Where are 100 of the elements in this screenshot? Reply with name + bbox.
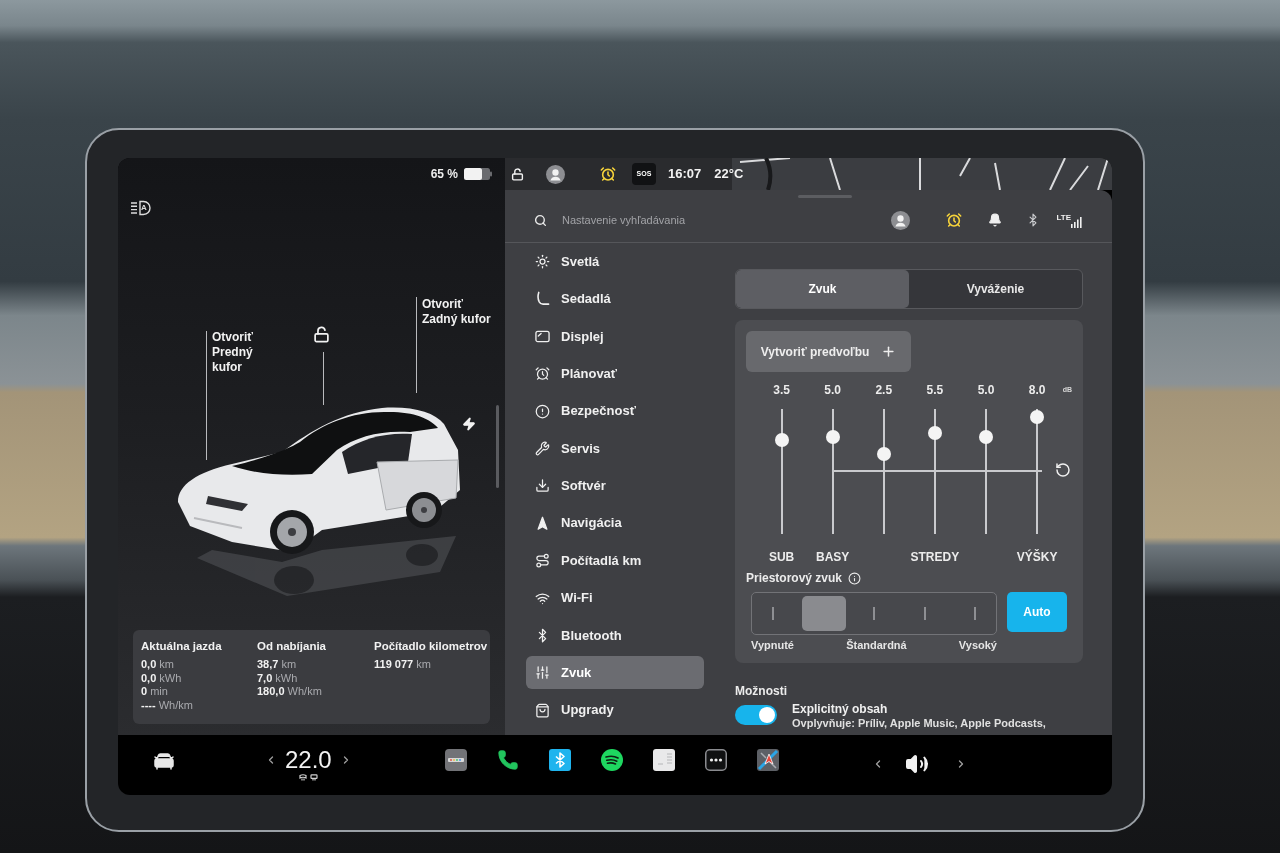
defrost-icon[interactable]	[309, 774, 318, 781]
slider-tick-mark	[772, 607, 774, 620]
clock-time: 16:07	[668, 165, 702, 184]
slider-mark-label: Vypnuté	[751, 639, 794, 652]
route-icon	[535, 553, 550, 569]
toggle-switch[interactable]	[735, 705, 777, 725]
navigation-arrow-icon	[535, 515, 550, 531]
sun-icon	[535, 254, 550, 269]
wifi-icon	[535, 590, 550, 606]
slider-tick-mark	[873, 607, 875, 620]
unlocked-padlock-icon[interactable]	[511, 167, 524, 181]
create-preset-button[interactable]: Vytvoriť predvoľbu	[746, 331, 911, 372]
map-tile-icon[interactable]	[756, 749, 779, 771]
band-group-label: STREDY	[910, 550, 960, 564]
lightning-icon[interactable]	[462, 417, 476, 431]
rear-trunk-link[interactable]: Otvoriť Zadný kufor	[422, 297, 491, 327]
speaker-icon[interactable]	[904, 752, 929, 776]
band-value: 5.0	[977, 382, 995, 398]
settings-menu-item[interactable]: Softvér	[526, 469, 704, 503]
surround-slider[interactable]	[751, 592, 997, 635]
trip-stat-value: 7,0 kWh	[257, 671, 299, 685]
info-icon[interactable]	[848, 571, 862, 585]
bag-icon	[535, 702, 550, 718]
sliders-icon	[535, 665, 550, 681]
slider-tick-mark	[923, 607, 926, 620]
eq-slider-thumb[interactable]	[825, 429, 840, 444]
settings-menu-item[interactable]: Bluetooth	[526, 618, 704, 652]
eq-slider-track[interactable]	[774, 409, 789, 534]
eq-slider-track[interactable]	[825, 409, 840, 534]
tab[interactable]: Vyváženie	[909, 270, 1082, 308]
settings-menu-item[interactable]: Servis	[526, 431, 704, 465]
trip-stats-title: Od nabíjania	[257, 639, 327, 653]
trip-stat-value: 0 min	[141, 685, 169, 699]
eq-slider-track[interactable]	[979, 409, 993, 534]
eq-slider-thumb[interactable]	[876, 447, 891, 461]
dotted-tile-icon[interactable]	[444, 749, 467, 771]
band-value: 5.0	[824, 382, 841, 398]
battery-percent: 65 %	[430, 166, 458, 183]
options-heading: Možnosti	[735, 684, 787, 698]
battery-icon	[464, 168, 492, 180]
settings-menu-item[interactable]: Navigácia	[526, 506, 704, 540]
front-trunk-link[interactable]: Otvoriť Predný kufor	[212, 330, 254, 375]
settings-menu-item[interactable]: Počítadlá km	[526, 544, 704, 578]
surround-sound-label: Priestorový zvuk	[746, 571, 843, 585]
leader-line	[323, 352, 324, 405]
plus-icon	[881, 344, 897, 359]
band-value: 5.5	[926, 382, 944, 398]
more-icon[interactable]	[704, 749, 727, 771]
download-icon	[535, 478, 550, 494]
band-group-label: SUB	[768, 550, 795, 564]
settings-menu-item[interactable]: Sedadlá	[526, 282, 704, 316]
trip-stat-value: ---- Wh/km	[141, 698, 194, 712]
settings-menu-item[interactable]: Wi-Fi	[526, 581, 704, 615]
settings-menu-item[interactable]: Displej	[526, 319, 704, 353]
eq-slider-track[interactable]	[1030, 409, 1045, 534]
option-description: Ovplyvňuje: Príliv, Apple Music, Apple Podcasts,	[792, 716, 1046, 730]
signal-bars-icon	[1071, 216, 1082, 228]
option-title: Explicitný obsah	[792, 702, 888, 716]
tab[interactable]: Zvuk	[736, 270, 909, 308]
trip-stats-title: Aktuálna jazda	[141, 639, 223, 653]
trip-stat-value: 38,7 km	[257, 658, 298, 672]
settings-menu-item[interactable]: Svetlá	[526, 245, 704, 278]
bluetooth-tile-icon[interactable]	[548, 749, 571, 771]
reset-icon[interactable]	[1055, 462, 1071, 478]
search-icon[interactable]	[534, 213, 547, 227]
alarm-clock-icon[interactable]	[600, 166, 616, 182]
eq-slider-thumb[interactable]	[1030, 409, 1045, 424]
settings-menu-item[interactable]: Zvuk	[526, 656, 704, 690]
band-value: 8.0	[1028, 382, 1046, 398]
trip-stat-value: 0,0 km	[141, 658, 176, 672]
alert-icon	[535, 403, 550, 419]
settings-menu-item[interactable]: Plánovať	[526, 357, 704, 391]
eq-slider-thumb[interactable]	[927, 425, 942, 440]
slider-thumb[interactable]	[801, 596, 846, 631]
phone-icon[interactable]	[496, 749, 519, 771]
unlocked-padlock-icon[interactable]	[313, 326, 330, 343]
sound-waves-circle-icon[interactable]	[600, 749, 623, 771]
eq-slider-thumb[interactable]	[774, 433, 789, 448]
settings-menu-item[interactable]: Upgrady	[526, 693, 704, 727]
scrollbar[interactable]	[496, 405, 499, 488]
wrench-icon	[535, 440, 550, 456]
eq-slider-track[interactable]	[876, 409, 891, 534]
avatar-icon[interactable]	[546, 164, 565, 184]
slider-tick-mark	[974, 607, 976, 620]
avatar-icon[interactable]	[891, 210, 911, 230]
settings-menu-item[interactable]: Bezpečnosť	[526, 394, 704, 428]
band-group-label: BASY	[816, 550, 850, 564]
eq-slider-track[interactable]	[927, 409, 942, 534]
bell-icon[interactable]	[988, 213, 1003, 227]
slider-mark-label: Štandardná	[846, 639, 907, 652]
eq-slider-thumb[interactable]	[979, 429, 993, 444]
trip-stat-value: 0,0 kWh	[141, 671, 183, 685]
search-field[interactable]: Nastavenie vyhľadávania	[562, 211, 686, 229]
slider-mark-label: Vysoký	[958, 639, 997, 652]
defrost-icon[interactable]	[298, 774, 307, 781]
band-value: 3.5	[773, 382, 790, 398]
band-value: 2.5	[875, 382, 893, 398]
alarm-clock-icon[interactable]	[946, 212, 963, 228]
network-type-label: LTE	[1056, 212, 1071, 222]
document-tile-icon[interactable]	[652, 749, 675, 771]
